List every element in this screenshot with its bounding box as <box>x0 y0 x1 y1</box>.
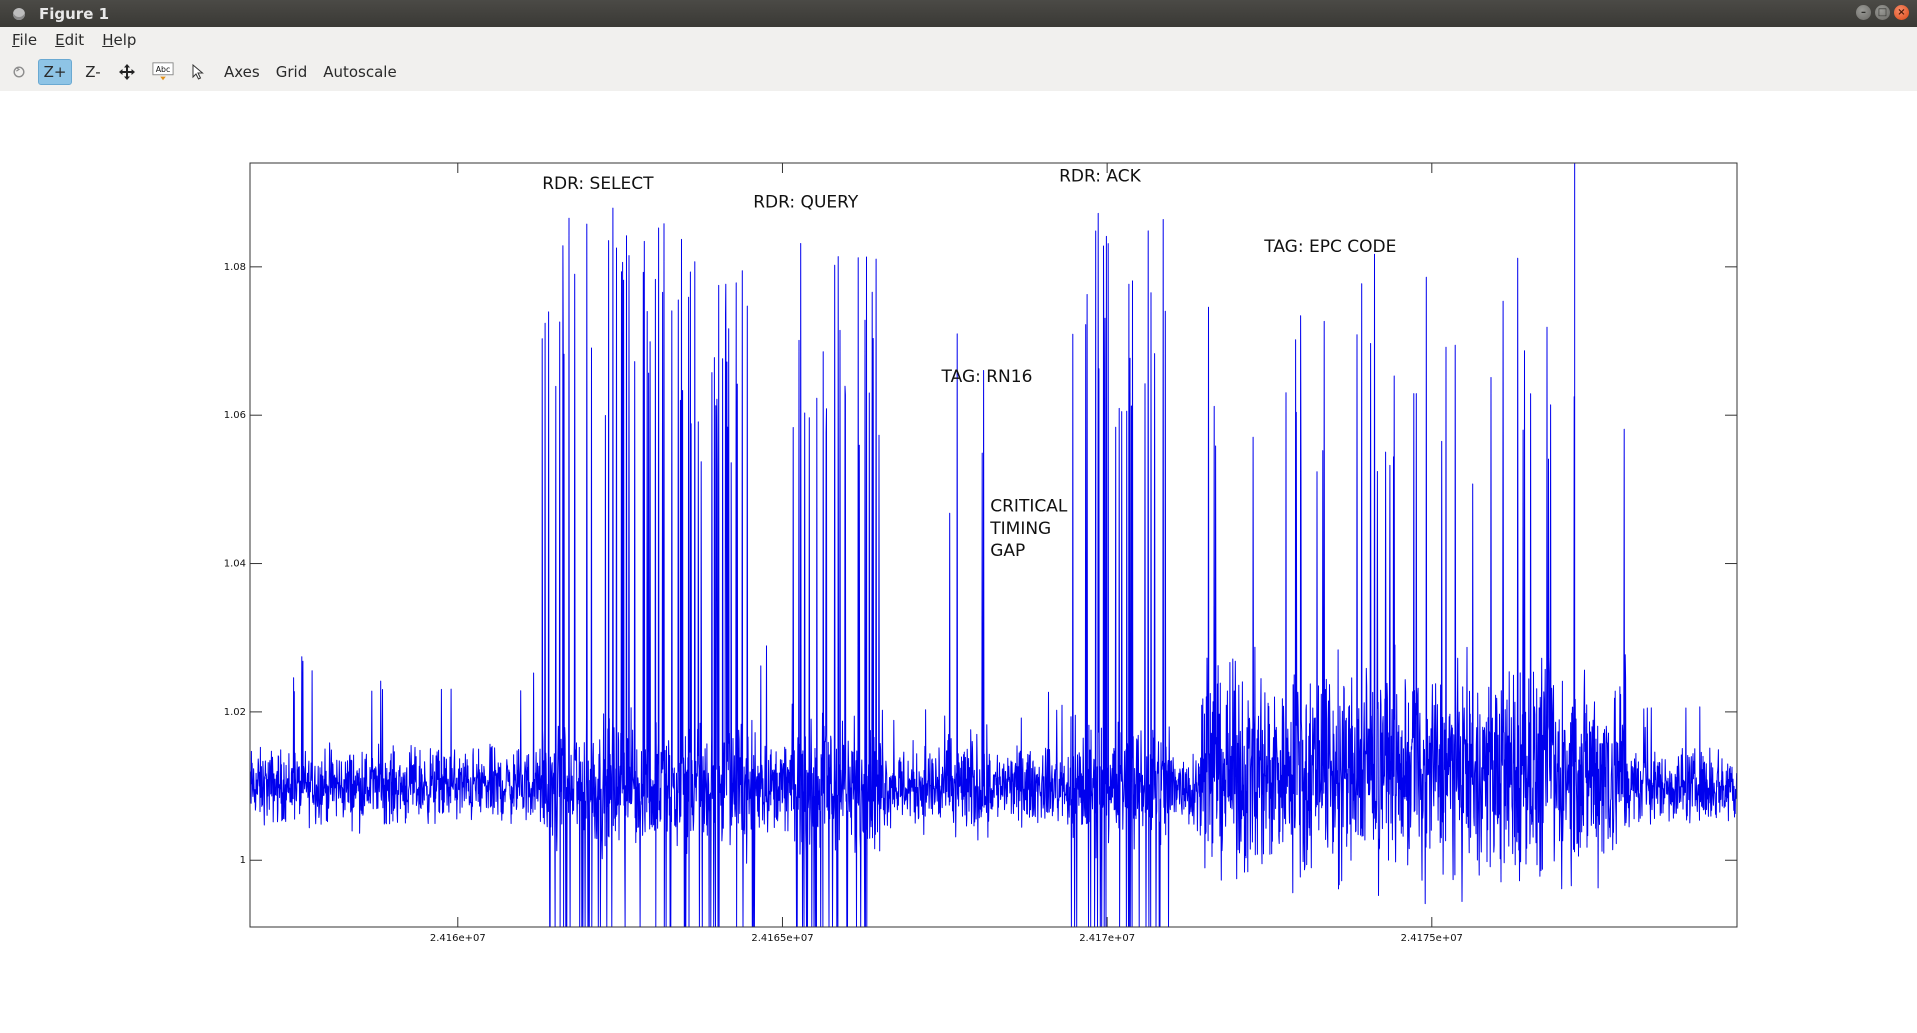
chart-annotation: RDR: ACK <box>1059 167 1142 187</box>
chart-annotation: TAG: EPC CODE <box>1263 237 1396 257</box>
rotate-button[interactable] <box>8 59 30 85</box>
figure-canvas[interactable]: 2.416e+07 2.4165e+07 2.417e+07 2.4175e+07 1 1… <box>0 91 1917 1029</box>
y-tick-label: 1.04 <box>224 559 246 570</box>
title-bar: Figure 1 – □ × <box>0 0 1917 27</box>
maximize-icon[interactable]: □ <box>1875 5 1890 20</box>
chart-annotation: RDR: SELECT <box>542 174 654 194</box>
chart-annotation: GAP <box>990 541 1025 561</box>
y-tick-label: 1.06 <box>224 410 246 421</box>
pan-arrows-icon <box>119 64 135 80</box>
x-tick-label: 2.4175e+07 <box>1401 933 1463 944</box>
chart-annotation: TIMING <box>989 519 1051 539</box>
text-tool-icon: Abc <box>152 62 174 81</box>
grid-button[interactable]: Grid <box>270 63 313 81</box>
rotate-icon <box>13 66 25 78</box>
pan-button[interactable] <box>114 59 140 85</box>
chart-annotation: CRITICAL <box>990 497 1068 517</box>
y-tick-label: 1.02 <box>224 707 246 718</box>
svg-text:Abc: Abc <box>156 65 171 74</box>
y-tick-label: 1 <box>240 855 246 866</box>
window-menu-icon[interactable] <box>13 7 25 20</box>
select-button[interactable] <box>186 59 210 85</box>
zoom-in-button[interactable]: Z+ <box>38 59 72 85</box>
chart-annotation: RDR: QUERY <box>753 193 859 213</box>
cursor-arrow-icon <box>192 64 204 80</box>
series-line-signal <box>249 207 1738 928</box>
x-tick-label: 2.4165e+07 <box>751 933 813 944</box>
y-tick-label: 1.08 <box>224 262 246 273</box>
window-title: Figure 1 <box>39 4 110 23</box>
menu-bar: File Edit Help <box>0 27 1917 53</box>
annotation-layer: RDR: SELECT RDR: QUERY TAG: RN16 CRITICALTI… <box>542 167 1396 562</box>
ticks-layer: 2.416e+07 2.4165e+07 2.417e+07 2.4175e+07 1 1… <box>224 163 1737 944</box>
toolbar: Z+ Z- Abc Axes Grid Autoscale <box>0 53 1917 91</box>
chart-annotation: TAG: RN16 <box>941 367 1033 387</box>
menu-help[interactable]: Help <box>102 31 136 49</box>
window-controls: – □ × <box>1856 5 1909 20</box>
x-tick-label: 2.417e+07 <box>1079 933 1135 944</box>
text-tool-button[interactable]: Abc <box>148 59 178 85</box>
minimize-icon[interactable]: – <box>1856 5 1871 20</box>
menu-edit[interactable]: Edit <box>55 31 84 49</box>
close-icon[interactable]: × <box>1894 5 1909 20</box>
figure-window: Figure 1 – □ × File Edit Help Z+ Z- Abc … <box>0 0 1917 1029</box>
zoom-out-button[interactable]: Z- <box>80 59 106 85</box>
x-tick-label: 2.416e+07 <box>430 933 486 944</box>
autoscale-button[interactable]: Autoscale <box>317 63 402 81</box>
axes-button[interactable]: Axes <box>218 63 266 81</box>
menu-file[interactable]: File <box>12 31 37 49</box>
plot-svg[interactable]: 2.416e+07 2.4165e+07 2.417e+07 2.4175e+07 1 1… <box>0 91 1917 1029</box>
